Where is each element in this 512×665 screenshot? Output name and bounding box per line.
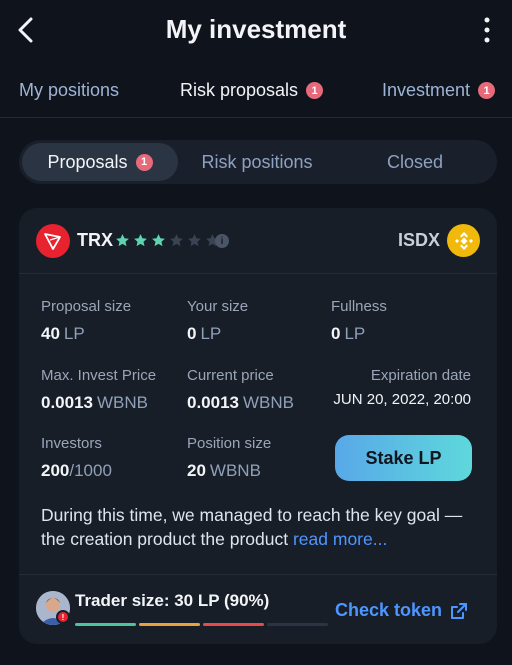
trader-size-bar xyxy=(75,623,328,626)
stat-label: Position size xyxy=(187,435,272,452)
bar-segment xyxy=(203,623,264,626)
tab-label: My positions xyxy=(19,80,120,100)
stat-label: Proposal size xyxy=(41,298,132,315)
stat-label: Fullness xyxy=(331,298,387,315)
segment-label: Proposals xyxy=(47,151,128,172)
stat-label: Expiration date xyxy=(370,367,471,384)
stat-unit: LP xyxy=(200,324,222,343)
star-filled-icon xyxy=(134,234,147,247)
stat-unit: LP xyxy=(344,324,366,343)
check-token-label: Check token xyxy=(334,600,442,620)
bar-segment xyxy=(267,623,328,626)
notification-badge: 1 xyxy=(306,82,324,99)
stat-value: 0.0013 xyxy=(41,393,93,412)
description-text: During this time, we managed to reach th… xyxy=(41,505,463,549)
more-menu-button[interactable] xyxy=(482,16,492,44)
stat-max-invest-price: Max. Invest Price 0.0013 WBNB xyxy=(41,367,156,413)
stat-unit: LP xyxy=(63,324,85,343)
bar-segment xyxy=(75,623,136,626)
tab-label: Investment xyxy=(381,80,470,100)
stat-label: Current price xyxy=(187,367,274,384)
stat-investors: Investors 200/1000 xyxy=(41,435,112,481)
info-icon[interactable]: i xyxy=(215,234,229,248)
page-title: My investment xyxy=(165,14,347,44)
stat-value: 200 xyxy=(41,461,70,480)
stat-value: 0 xyxy=(187,324,197,343)
star-filled-icon xyxy=(152,234,165,247)
stat-label: Max. Invest Price xyxy=(41,367,157,384)
divider xyxy=(19,574,497,575)
notification-badge: 1 xyxy=(135,153,153,171)
stat-value: 0.0013 xyxy=(187,393,239,412)
stat-value: 20 xyxy=(187,461,206,480)
trx-logo-icon xyxy=(36,224,70,258)
segment-label: Closed xyxy=(386,151,444,172)
alert-icon: ! xyxy=(56,610,70,624)
stat-position-size: Position size 20 WBNB xyxy=(187,435,271,481)
header: My investment xyxy=(0,0,512,60)
stat-unit: WBNB xyxy=(243,393,294,412)
card-header: TRX i ISDX xyxy=(19,208,497,274)
check-token-link[interactable]: Check token xyxy=(335,600,468,621)
stat-proposal-size: Proposal size 40 LP xyxy=(41,298,131,344)
stat-unit: WBNB xyxy=(209,461,261,480)
star-filled-icon xyxy=(116,234,129,247)
stat-label: Your size xyxy=(187,298,249,315)
quote-token-name: ISDX xyxy=(397,230,440,250)
stat-your-size: Your size 0 LP xyxy=(187,298,248,344)
tab-my-positions[interactable]: My positions xyxy=(19,80,119,101)
stat-value: 0 xyxy=(331,324,341,343)
stat-fullness: Fullness 0 LP xyxy=(331,298,387,344)
segment-closed[interactable]: Closed xyxy=(337,143,493,181)
bnb-logo-icon xyxy=(447,224,480,257)
stat-unit: WBNB xyxy=(97,393,148,412)
read-more-link[interactable]: read more... xyxy=(293,529,387,549)
segment-label: Risk positions xyxy=(201,151,313,172)
star-empty-icon xyxy=(170,234,183,247)
stat-value: JUN 20, 2022, 20:00 xyxy=(333,391,471,408)
bar-segment xyxy=(139,623,200,626)
top-tabs: My positions Risk proposals 1 Investment… xyxy=(0,70,512,118)
proposal-card: TRX i ISDX Proposal size 40 LP Your size … xyxy=(19,208,497,644)
stat-max: /1000 xyxy=(69,461,112,480)
token-name: TRX xyxy=(77,230,113,250)
trader-size: Trader size: 30 LP (90%) xyxy=(75,591,270,610)
notification-badge: 1 xyxy=(478,82,495,99)
segment-proposals[interactable]: Proposals 1 xyxy=(22,143,178,181)
more-vertical-icon xyxy=(484,17,490,43)
proposal-description: During this time, we managed to reach th… xyxy=(41,503,481,551)
stat-label: Investors xyxy=(41,435,102,452)
segment-risk-positions[interactable]: Risk positions xyxy=(179,143,335,181)
rating-stars xyxy=(115,233,220,248)
star-empty-icon xyxy=(188,234,201,247)
stake-lp-button[interactable]: Stake LP xyxy=(335,435,472,481)
tab-label: Risk proposals xyxy=(180,80,299,100)
stat-value: 40 xyxy=(41,324,60,343)
stat-expiration-date: Expiration date JUN 20, 2022, 20:00 xyxy=(333,367,471,408)
stat-current-price: Current price 0.0013 WBNB xyxy=(187,367,294,413)
tab-investment[interactable]: Investment 1 xyxy=(382,80,495,101)
tab-risk-proposals[interactable]: Risk proposals 1 xyxy=(180,80,324,101)
external-link-icon xyxy=(451,602,467,619)
segmented-control: Proposals 1 Risk positions Closed xyxy=(19,140,497,184)
